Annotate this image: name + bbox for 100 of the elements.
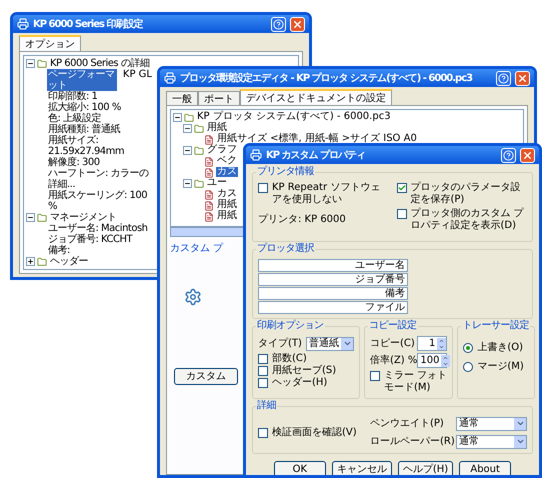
document-icon <box>204 201 214 211</box>
collapse-icon[interactable] <box>26 213 35 222</box>
close-icon <box>522 150 533 160</box>
chevron-down-icon <box>437 344 446 350</box>
printer-name: プリンタ: KP 6000 <box>258 212 347 227</box>
folder-icon <box>194 179 204 189</box>
close-icon <box>292 18 303 30</box>
tree-item[interactable]: ページフォーマット <box>47 69 117 91</box>
tree-item[interactable]: 用紙 <box>216 211 238 221</box>
tab[interactable]: オプション <box>19 35 81 51</box>
help-button[interactable] <box>496 70 511 86</box>
tree-item[interactable]: 用紙 <box>216 200 238 210</box>
checkbox[interactable] <box>370 371 380 381</box>
dialog-button[interactable]: ヘルプ(H) <box>398 461 454 475</box>
help-button[interactable] <box>501 148 516 162</box>
help-icon <box>498 72 509 84</box>
type-dropdown[interactable]: 普通紙 <box>306 336 354 350</box>
field-label: 倍率(Z) % <box>370 354 418 368</box>
tree-item[interactable]: 拡大縮小: 100 % <box>47 102 122 113</box>
copies-spinner[interactable]: 1 <box>417 336 448 351</box>
input-field[interactable]: 備考 <box>258 287 408 300</box>
close-button[interactable] <box>520 148 535 162</box>
tree-item[interactable]: 備考: <box>47 245 71 256</box>
collapse-icon[interactable] <box>183 124 192 133</box>
custom-properties-button[interactable]: カスタム <box>174 368 238 385</box>
tree-item[interactable]: 用紙種類: 普通紙 <box>47 124 122 135</box>
document-icon <box>204 212 214 222</box>
gear-icon <box>184 288 202 306</box>
chevron-up-icon <box>437 338 446 344</box>
tree-item-value: KP GL <box>122 69 152 81</box>
collapse-icon[interactable] <box>26 59 35 68</box>
tree-item[interactable]: 用紙スケーリング: 100 % <box>47 190 152 212</box>
checkbox-label: プロッタ側のカスタム プロパティ設定を表示(D) <box>410 208 525 232</box>
tree-item[interactable]: 用紙サイズ: 21.59x27.94mm <box>47 135 152 157</box>
folder-icon <box>37 257 47 267</box>
tree-item[interactable]: ベク <box>216 156 238 166</box>
tree-item[interactable]: 解像度: 300 <box>47 157 101 168</box>
field-label: ロールペーパー(R) <box>370 435 452 449</box>
radio-button[interactable] <box>463 362 474 372</box>
checkbox[interactable] <box>258 378 268 388</box>
tree-item[interactable]: 印刷部数: 1 <box>47 91 98 102</box>
tree-item[interactable]: ハーフトーン: カラーの詳細... <box>47 168 152 190</box>
tree-item[interactable]: マネージメント <box>49 212 118 223</box>
checkbox[interactable] <box>258 183 268 193</box>
tree-item[interactable]: KP プロッタ システム(すべて) - 6000.pc3 <box>196 112 392 122</box>
tree-item[interactable]: グラフ <box>206 145 238 155</box>
roll-paper-dropdown[interactable]: 通常 <box>456 434 527 448</box>
tab[interactable]: 一般 <box>166 91 198 105</box>
tree-item[interactable]: 色: 上級設定 <box>47 113 102 124</box>
tree-item[interactable]: KP 6000 Series の詳細 <box>49 58 150 69</box>
checkbox-label: 部数(C) <box>272 353 307 365</box>
checkbox[interactable] <box>396 183 406 193</box>
radio-button[interactable] <box>463 342 474 352</box>
checkbox[interactable] <box>258 354 268 364</box>
tree-item[interactable]: ジョブ番号: KCCHT <box>47 234 134 245</box>
checkbox[interactable] <box>396 209 406 219</box>
collapse-icon[interactable] <box>183 146 192 155</box>
collapse-icon[interactable] <box>173 113 182 122</box>
window-title: KP カスタム プロパティ <box>266 148 366 162</box>
checkbox[interactable] <box>258 366 268 376</box>
tree-item[interactable]: 用紙サイズ <標準, 用紙-幅 >サイズ ISO A0 <box>216 134 418 144</box>
collapse-icon[interactable] <box>183 179 192 188</box>
chevron-down-icon <box>441 360 450 366</box>
tree-item[interactable]: ユー <box>206 178 228 188</box>
tree-item[interactable]: カス <box>216 189 238 199</box>
help-icon <box>273 18 284 30</box>
close-icon <box>517 72 528 84</box>
input-field[interactable]: ユーザー名 <box>258 259 408 272</box>
tree-item[interactable]: 用紙 <box>206 123 228 133</box>
group-label: プリンタ情報 <box>256 166 315 178</box>
tree-item[interactable]: カス <box>216 167 238 177</box>
checkbox-label: ヘッダー(H) <box>272 377 328 389</box>
folder-icon <box>184 113 194 123</box>
dialog-button[interactable]: About <box>459 461 512 475</box>
tree-item[interactable]: ユーザー名: Macintosh <box>47 223 149 234</box>
dialog-button[interactable]: OK <box>274 461 326 475</box>
tab[interactable]: ポート <box>198 91 240 105</box>
chevron-down-icon <box>342 339 352 348</box>
input-field[interactable]: ジョブ番号 <box>258 273 408 286</box>
group-label: 詳細 <box>256 400 277 412</box>
pen-weight-dropdown[interactable]: 通常 <box>456 416 527 430</box>
tab[interactable]: デバイスとドキュメントの設定 <box>240 89 392 105</box>
folder-icon <box>37 213 47 223</box>
close-button[interactable] <box>290 16 305 32</box>
description-text: カスタム プ <box>170 242 224 256</box>
close-button[interactable] <box>515 70 530 86</box>
checkbox[interactable] <box>258 428 268 438</box>
printer-icon <box>164 72 176 84</box>
folder-icon <box>194 146 204 156</box>
dialog-button[interactable]: キャンセル <box>332 461 392 475</box>
checkbox-label: ミラー フォトモード(M) <box>384 370 448 394</box>
input-field[interactable]: ファイル <box>258 301 408 314</box>
help-button[interactable] <box>271 16 286 32</box>
expand-icon[interactable] <box>26 257 35 266</box>
window-title: プロッタ環境設定エディタ - KP プロッタ システム(すべて) - 6000.pc3 <box>180 71 474 86</box>
tree-item[interactable]: ヘッダー <box>49 256 89 267</box>
scale-spinner[interactable]: 100 <box>417 353 448 368</box>
chevron-up-icon <box>441 354 450 360</box>
document-icon <box>204 168 214 178</box>
radio-label: 上書き(O) <box>477 340 524 355</box>
